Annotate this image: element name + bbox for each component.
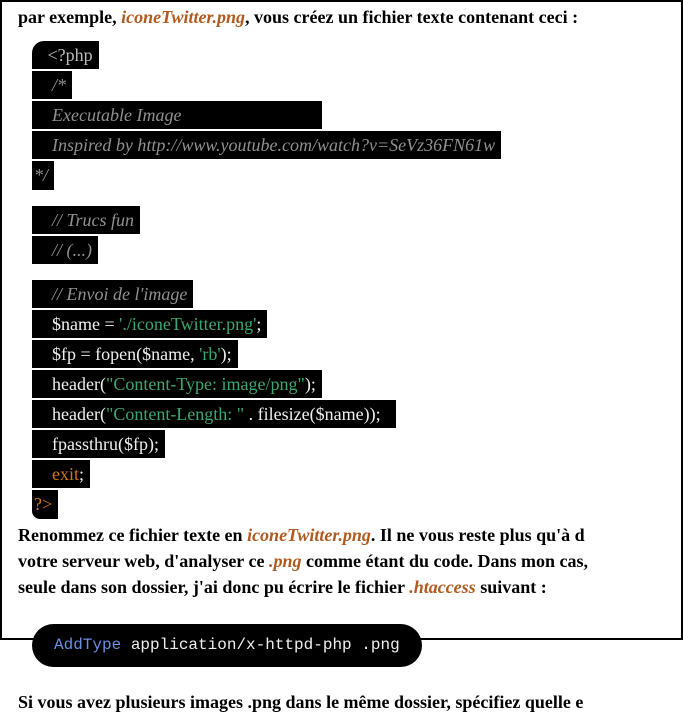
rename-paragraph: Renommez ce fichier texte en iconeTwitte…: [18, 522, 671, 600]
htaccess-code-block: AddType application/x-httpd-php .png: [32, 624, 422, 667]
php-code-block: <?php /* Executable Image Inspired by ht…: [32, 40, 671, 519]
code-line: /*: [32, 71, 72, 99]
intro-post: , vous créez un fichier texte contenant …: [245, 7, 578, 27]
code-line: header("Content-Length: " . filesize($na…: [32, 400, 396, 428]
code-line: header("Content-Type: image/png");: [32, 370, 322, 398]
png-extension: .png: [269, 551, 302, 571]
code-line: // (...): [32, 236, 98, 264]
code-line: */: [32, 161, 54, 189]
htaccess-filename: .htaccess: [409, 577, 476, 597]
code-line: // Trucs fun: [32, 206, 140, 234]
code-line: exit;: [32, 460, 90, 488]
code-line: Executable Image: [32, 101, 322, 129]
code-line: Inspired by http://www.youtube.com/watch…: [32, 131, 501, 159]
code-line: $fp = fopen($name, 'rb');: [32, 340, 238, 368]
code-line: ?>: [32, 490, 58, 518]
outro-paragraph: Si vous avez plusieurs images .png dans …: [18, 689, 671, 715]
code-line: AddType application/x-httpd-php .png: [54, 634, 400, 657]
rename-filename: iconeTwitter.png: [247, 525, 371, 545]
intro-paragraph: par exemple, iconeTwitter.png, vous crée…: [18, 4, 671, 30]
code-line: $name = './iconeTwitter.png';: [32, 310, 267, 338]
code-line: <?php: [32, 41, 99, 69]
intro-pre: par exemple,: [18, 7, 121, 27]
code-line: // Envoi de l'image: [32, 280, 193, 308]
intro-filename: iconeTwitter.png: [121, 7, 245, 27]
code-line: fpassthru($fp);: [32, 430, 165, 458]
